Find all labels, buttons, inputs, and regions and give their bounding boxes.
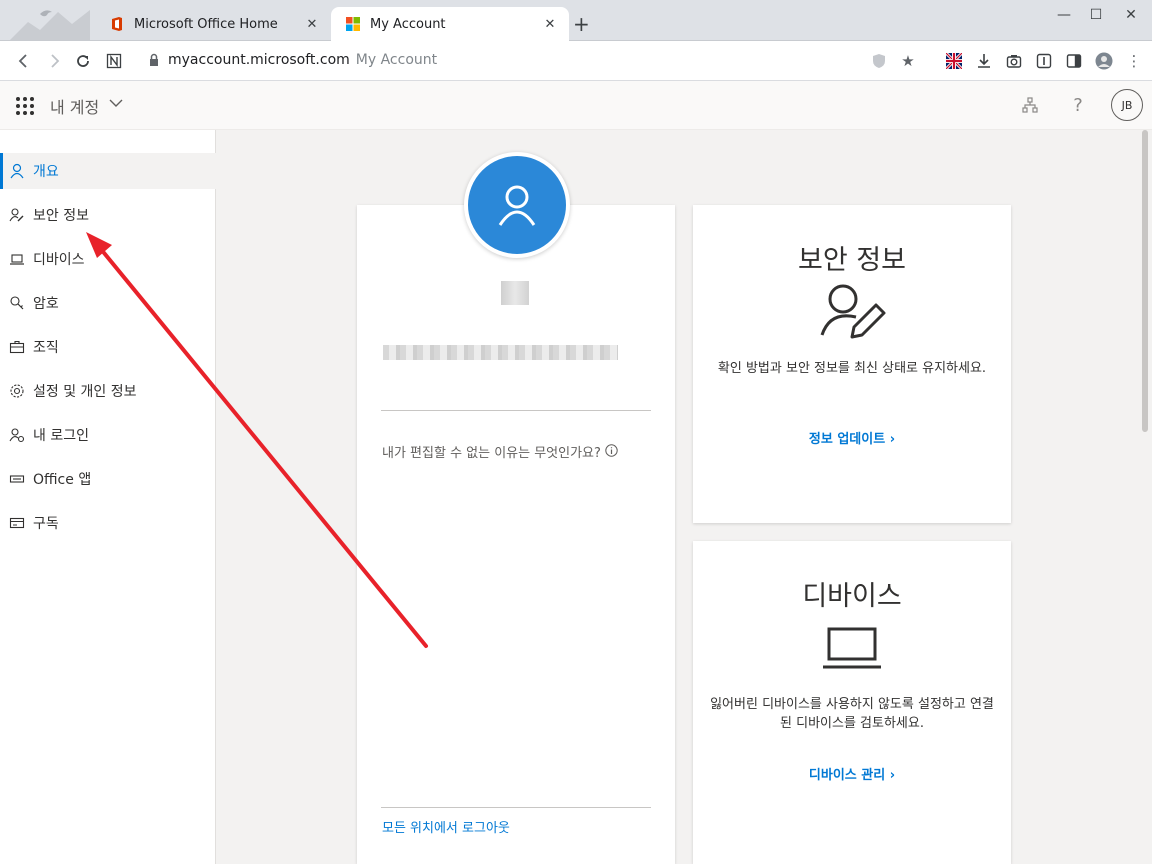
sign-out-everywhere-link[interactable]: 모든 위치에서 로그아웃	[382, 817, 510, 836]
redacted-name	[501, 281, 529, 305]
close-tab-icon[interactable]: ✕	[303, 15, 321, 33]
close-window-icon[interactable]: ✕	[1115, 6, 1147, 24]
redacted-email	[383, 345, 618, 360]
app-launcher-icon[interactable]	[16, 97, 34, 115]
sidebar-item-security-info[interactable]: 보안 정보	[0, 197, 216, 233]
card-icon	[8, 514, 26, 532]
info-icon[interactable]	[605, 444, 618, 457]
minimize-icon[interactable]: —	[1048, 6, 1080, 24]
help-icon[interactable]: ?	[1066, 93, 1090, 117]
tab-my-account[interactable]: My Account ✕	[331, 7, 569, 41]
sidebar-item-label: 구독	[33, 516, 59, 532]
person-key-icon	[8, 206, 26, 224]
sidebar-item-label: 설정 및 개인 정보	[33, 384, 137, 400]
sidebar-item-label: 조직	[33, 340, 59, 356]
reader-extension-icon[interactable]	[1034, 51, 1054, 71]
manage-devices-link[interactable]: 디바이스 관리 ›	[693, 764, 1011, 783]
chevron-down-icon[interactable]	[108, 95, 124, 111]
side-panel-icon[interactable]	[1064, 51, 1084, 71]
card-title: 디바이스	[802, 581, 902, 612]
key-icon	[8, 294, 26, 312]
card-description: 잃어버린 디바이스를 사용하지 않도록 설정하고 연결된 디바이스를 검토하세요…	[710, 697, 994, 731]
microsoft-icon	[346, 17, 360, 31]
devices-card: 디바이스 잃어버린 디바이스를 사용하지 않도록 설정하고 연결된 디바이스를 …	[693, 541, 1011, 864]
back-icon[interactable]	[14, 51, 34, 71]
sidebar-item-organizations[interactable]: 조직	[0, 329, 216, 365]
person-edit-icon	[820, 284, 886, 339]
lock-icon[interactable]	[148, 53, 160, 67]
laptop-icon	[823, 627, 881, 669]
browser-tabstrip: Microsoft Office Home ✕ My Account ✕ + —…	[0, 0, 1152, 41]
shield-extension-icon[interactable]	[869, 51, 889, 71]
briefcase-icon	[8, 338, 26, 356]
browser-menu-icon[interactable]: ⋮	[1124, 51, 1144, 71]
address-bar[interactable]: myaccount.microsoft.com My Account	[168, 52, 437, 68]
update-info-link[interactable]: 정보 업데이트 ›	[693, 428, 1011, 447]
notion-extension-icon[interactable]	[104, 51, 124, 71]
sidebar-item-label: 개요	[33, 164, 59, 180]
divider	[381, 410, 651, 411]
close-tab-icon[interactable]: ✕	[541, 15, 559, 33]
sidebar-item-password[interactable]: 암호	[0, 285, 216, 321]
sidebar-item-settings-privacy[interactable]: 설정 및 개인 정보	[0, 373, 216, 409]
scrollbar-thumb[interactable]	[1142, 130, 1148, 432]
person-signin-icon	[8, 426, 26, 444]
why-cant-edit-text: 내가 편집할 수 없는 이유는 무엇인가요?	[382, 446, 601, 461]
divider	[381, 807, 651, 808]
new-tab-button[interactable]: +	[573, 14, 590, 34]
user-avatar[interactable]: JB	[1111, 89, 1143, 121]
sidebar-item-label: 디바이스	[33, 252, 85, 268]
uk-flag-icon[interactable]	[944, 51, 964, 71]
person-icon	[498, 185, 536, 226]
sidebar-item-subscriptions[interactable]: 구독	[0, 505, 216, 541]
why-cant-edit-link[interactable]: 내가 편집할 수 없는 이유는 무엇인가요?	[382, 442, 618, 461]
url-text: myaccount.microsoft.com	[168, 52, 350, 68]
person-icon	[8, 162, 26, 180]
tab-title: Microsoft Office Home	[134, 16, 278, 32]
tab-office-home[interactable]: Microsoft Office Home ✕	[95, 7, 331, 41]
sidebar: 개요 보안 정보 디바이스 암호 조직 설정 및 개인 정보 내 로그인 Off…	[0, 130, 216, 864]
office-icon	[112, 17, 122, 31]
sidebar-item-devices[interactable]: 디바이스	[0, 241, 216, 277]
security-info-card: 보안 정보 확인 방법과 보안 정보를 최신 상태로 유지하세요. 정보 업데이…	[693, 205, 1011, 523]
gear-icon	[8, 382, 26, 400]
tab-title: My Account	[370, 16, 446, 32]
sidebar-item-label: Office 앱	[33, 472, 92, 488]
bookmark-star-icon[interactable]: ★	[898, 51, 918, 71]
maximize-icon[interactable]: ☐	[1080, 6, 1112, 24]
profile-avatar-icon[interactable]	[1094, 51, 1114, 71]
reload-icon[interactable]	[73, 51, 93, 71]
sidebar-item-label: 암호	[33, 296, 59, 312]
browser-toolbar: myaccount.microsoft.com My Account ★ ⋮	[0, 41, 1152, 81]
sidebar-item-overview[interactable]: 개요	[0, 153, 216, 189]
forward-icon[interactable]	[44, 51, 64, 71]
card-title: 보안 정보	[798, 245, 906, 276]
org-chart-icon[interactable]	[1018, 93, 1042, 117]
laptop-icon	[8, 250, 26, 268]
app-header: 내 계정 ? JB	[0, 81, 1152, 130]
browser-theme-decoration	[10, 10, 90, 40]
office-apps-icon	[8, 470, 26, 488]
sidebar-item-my-signins[interactable]: 내 로그인	[0, 417, 216, 453]
sidebar-item-office-apps[interactable]: Office 앱	[0, 461, 216, 497]
profile-avatar[interactable]	[464, 152, 570, 258]
sidebar-item-label: 내 로그인	[33, 428, 89, 444]
app-title[interactable]: 내 계정	[50, 94, 99, 118]
download-icon[interactable]	[974, 51, 994, 71]
camera-icon[interactable]	[1004, 51, 1024, 71]
page-title-hint: My Account	[355, 52, 438, 68]
sidebar-item-label: 보안 정보	[33, 208, 89, 224]
card-description: 확인 방법과 보안 정보를 최신 상태로 유지하세요.	[717, 361, 987, 376]
